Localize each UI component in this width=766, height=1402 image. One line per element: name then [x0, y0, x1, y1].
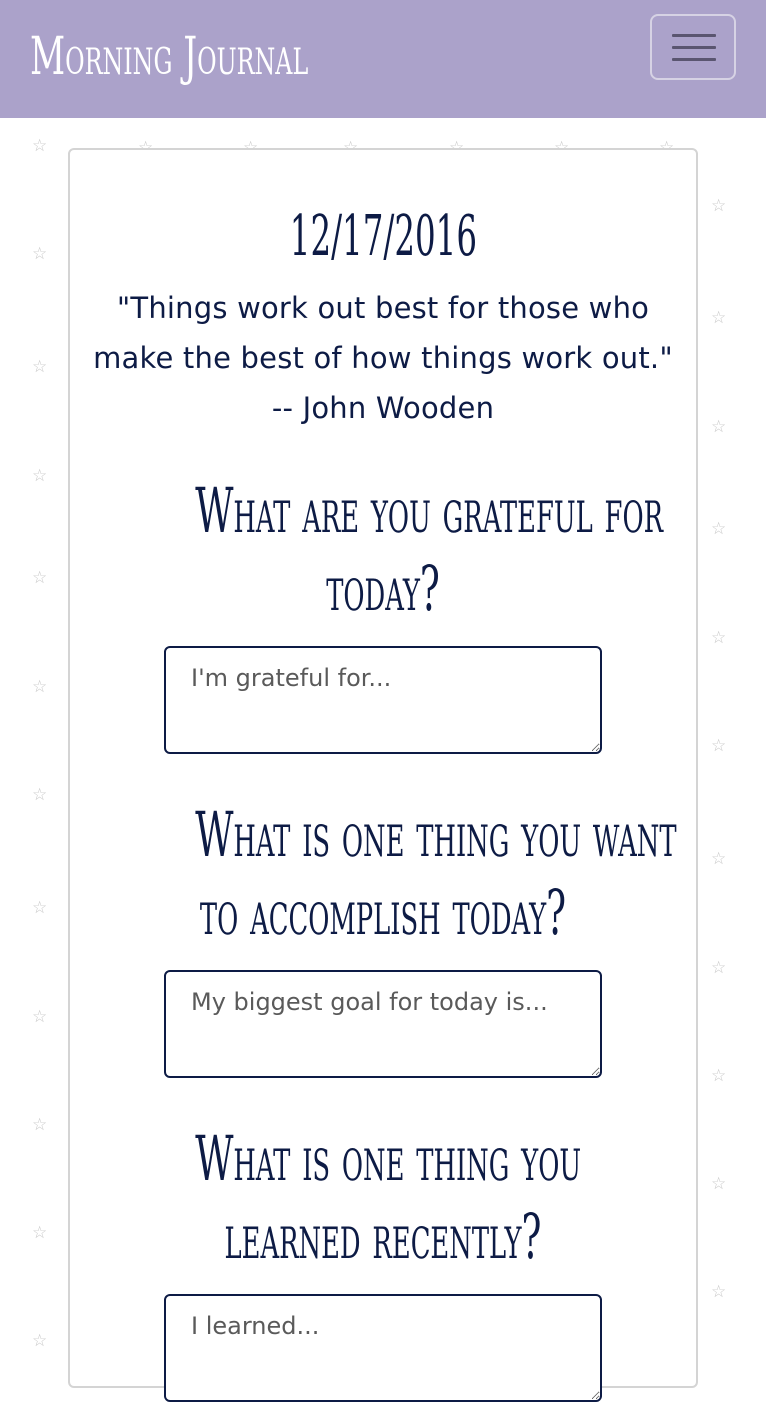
journal-card: 12/17/2016 "Things work out best for tho…	[68, 148, 698, 1402]
learned-input[interactable]	[164, 1294, 602, 1402]
question-line: What are you grateful for	[195, 474, 664, 547]
star-icon: ☆	[32, 1115, 48, 1135]
star-icon: ☆	[32, 898, 48, 918]
star-icon: ☆	[32, 677, 48, 697]
journal-date: 12/17/2016	[289, 204, 477, 269]
star-icon: ☆	[32, 466, 48, 486]
star-icon: ☆	[711, 1282, 727, 1302]
daily-quote: "Things work out best for those who make…	[93, 291, 673, 425]
brand-title[interactable]: Morning Journal	[30, 22, 308, 92]
star-icon: ☆	[711, 736, 727, 756]
menu-toggle-button[interactable]	[650, 14, 736, 80]
question-line: to accomplish today?	[199, 876, 567, 949]
star-icon: ☆	[711, 849, 727, 869]
star-icon: ☆	[32, 1007, 48, 1027]
question-line: learned recently?	[224, 1200, 542, 1273]
question-grateful: What are you grateful for today?	[70, 472, 696, 628]
star-icon: ☆	[32, 1223, 48, 1243]
hamburger-icon-bar	[672, 58, 716, 61]
hamburger-icon	[672, 34, 716, 37]
grateful-input[interactable]	[164, 646, 602, 754]
hamburger-icon-bar	[672, 46, 716, 49]
navbar: Morning Journal	[0, 0, 766, 118]
question-line: today?	[326, 552, 440, 625]
question-line: What is one thing you	[195, 1122, 582, 1195]
question-line: What is one thing you want	[195, 798, 677, 871]
star-icon: ☆	[32, 785, 48, 805]
star-icon: ☆	[32, 136, 48, 156]
star-icon: ☆	[711, 958, 727, 978]
star-icon: ☆	[32, 244, 48, 264]
star-icon: ☆	[32, 1331, 48, 1351]
star-icon: ☆	[711, 1066, 727, 1086]
star-icon: ☆	[711, 628, 727, 648]
star-icon: ☆	[32, 568, 48, 588]
star-icon: ☆	[711, 1174, 727, 1194]
star-icon: ☆	[711, 519, 727, 539]
goal-input[interactable]	[164, 970, 602, 1078]
question-learned: What is one thing you learned recently?	[70, 1120, 696, 1276]
star-icon: ☆	[32, 357, 48, 377]
star-icon: ☆	[711, 417, 727, 437]
star-icon: ☆	[711, 308, 727, 328]
star-icon: ☆	[711, 196, 727, 216]
question-accomplish: What is one thing you want to accomplish…	[70, 796, 696, 952]
